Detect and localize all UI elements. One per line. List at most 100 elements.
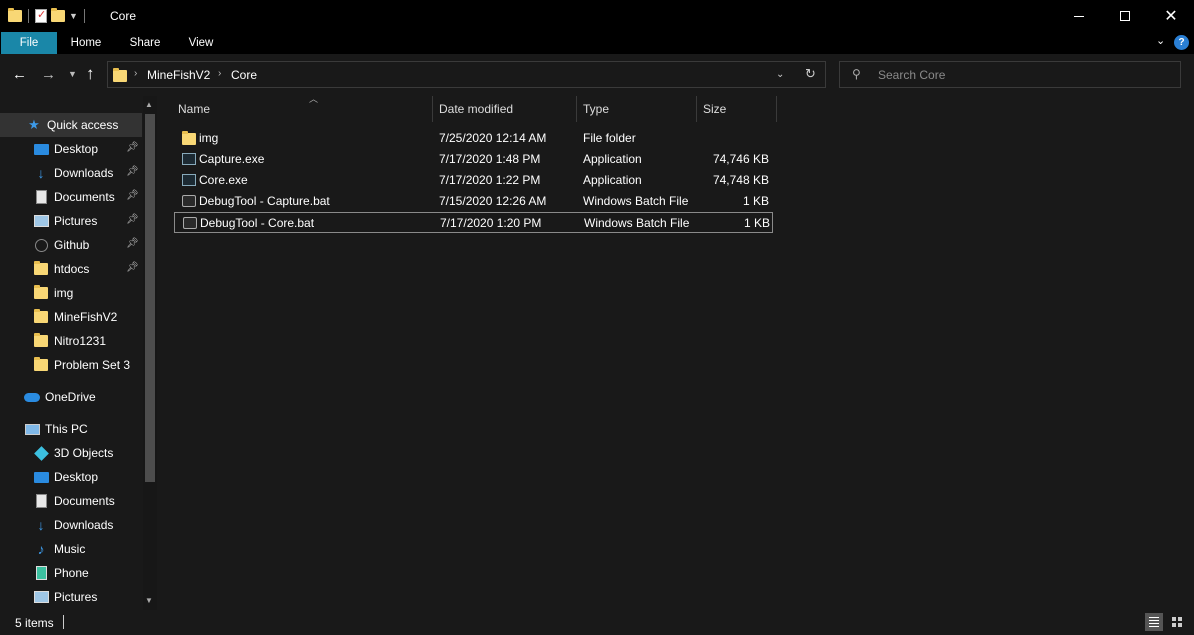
- table-row[interactable]: img 7/25/2020 12:14 AM File folder: [174, 128, 774, 149]
- breadcrumb-minefishv2[interactable]: MineFishV2: [147, 68, 210, 82]
- forward-arrow-icon[interactable]: →: [41, 66, 56, 83]
- column-header-name[interactable]: Name ︿: [172, 94, 433, 122]
- refresh-icon[interactable]: ↻: [805, 66, 816, 82]
- table-row[interactable]: DebugTool - Capture.bat 7/15/2020 12:26 …: [174, 191, 774, 212]
- file-type: File folder: [583, 131, 636, 145]
- sidebar-item-minefishv2[interactable]: MineFishV2: [0, 305, 142, 329]
- exe-icon: [182, 174, 196, 186]
- sidebar-item-label: Desktop: [54, 142, 99, 156]
- scrollbar-thumb[interactable]: [145, 114, 155, 482]
- sidebar-item-img[interactable]: img: [0, 281, 142, 305]
- pictures-icon: [33, 214, 49, 228]
- breadcrumb-core[interactable]: Core: [231, 68, 257, 82]
- recent-locations-chevron-icon[interactable]: ▼: [68, 69, 77, 79]
- minimize-icon: [1074, 15, 1084, 17]
- back-arrow-icon[interactable]: ←: [12, 66, 27, 83]
- sidebar-item-label: Quick access: [47, 118, 119, 132]
- file-type: Windows Batch File: [583, 194, 689, 208]
- folder-icon: [33, 357, 49, 372]
- file-name: img: [199, 131, 219, 145]
- customize-toolbar-chevron-icon[interactable]: ▼: [69, 11, 78, 21]
- sidebar-item-label: OneDrive: [45, 390, 96, 404]
- star-icon: ★: [28, 117, 40, 132]
- sidebar-item-github[interactable]: Github 📌︎: [0, 233, 142, 257]
- pin-icon[interactable]: 📌︎: [126, 262, 139, 273]
- table-row[interactable]: Capture.exe 7/17/2020 1:48 PM Applicatio…: [174, 149, 774, 170]
- pin-icon[interactable]: 📌︎: [126, 238, 139, 249]
- sort-ascending-icon: ︿: [309, 94, 319, 104]
- sidebar-item-3d-objects[interactable]: 3D Objects: [0, 441, 142, 465]
- search-box[interactable]: ⚲: [839, 61, 1181, 88]
- sidebar-item-music[interactable]: ♪ Music: [0, 537, 142, 561]
- window-title: Core: [110, 9, 137, 23]
- details-view-button[interactable]: [1145, 613, 1163, 631]
- close-button[interactable]: ✕: [1148, 0, 1194, 32]
- tab-share[interactable]: Share: [122, 32, 168, 54]
- nav-pane-scrollbar[interactable]: ▲ ▼: [143, 96, 157, 610]
- scroll-up-icon[interactable]: ▲: [145, 100, 153, 109]
- tab-view[interactable]: View: [180, 32, 222, 54]
- sidebar-item-label: htdocs: [54, 262, 90, 276]
- properties-icon[interactable]: [35, 8, 47, 23]
- pin-icon[interactable]: 📌︎: [126, 142, 139, 153]
- sidebar-item-this-pc[interactable]: This PC: [0, 417, 142, 441]
- minimize-button[interactable]: [1056, 0, 1102, 32]
- navigation-bar: ← → ▼ ↑ › MineFishV2 › Core ⌄ ↻ ⚲: [0, 54, 1194, 96]
- large-icons-view-button[interactable]: [1168, 613, 1186, 631]
- sidebar-item-onedrive[interactable]: OneDrive: [0, 385, 142, 409]
- table-row[interactable]: Core.exe 7/17/2020 1:22 PM Application 7…: [174, 170, 774, 191]
- sidebar-item-pc-desktop[interactable]: Desktop: [0, 465, 142, 489]
- sidebar-item-label: Downloads: [54, 166, 114, 180]
- tab-file[interactable]: File: [1, 32, 57, 54]
- breadcrumb-chevron-icon[interactable]: ›: [218, 68, 221, 79]
- downloads-icon: ↓: [37, 517, 45, 533]
- sidebar-item-htdocs[interactable]: htdocs 📌︎: [0, 257, 142, 281]
- sidebar-item-downloads[interactable]: ↓ Downloads 📌︎: [0, 161, 142, 185]
- column-header-type[interactable]: Type: [577, 96, 697, 122]
- search-icon: ⚲: [852, 67, 861, 81]
- column-header-size[interactable]: Size: [697, 96, 777, 122]
- tab-home[interactable]: Home: [62, 32, 110, 54]
- address-history-chevron-icon[interactable]: ⌄: [776, 69, 784, 80]
- address-bar[interactable]: › MineFishV2 › Core ⌄ ↻: [107, 61, 826, 88]
- search-input[interactable]: [878, 65, 1168, 85]
- sidebar-item-pc-documents[interactable]: Documents: [0, 489, 142, 513]
- sidebar-item-pictures[interactable]: Pictures 📌︎: [0, 209, 142, 233]
- pin-icon[interactable]: 📌︎: [126, 214, 139, 225]
- new-folder-icon[interactable]: [51, 8, 65, 22]
- sidebar-item-problem-set-3[interactable]: Problem Set 3: [0, 353, 142, 377]
- file-name: DebugTool - Core.bat: [200, 216, 315, 230]
- file-name: Capture.exe: [199, 152, 265, 166]
- sidebar-item-quick-access[interactable]: ★ Quick access: [0, 113, 142, 137]
- column-header-date-modified[interactable]: Date modified: [433, 96, 577, 122]
- sidebar-item-label: Nitro1231: [54, 334, 107, 348]
- ribbon-tabs: File Home Share View ⌄ ?: [0, 32, 1194, 54]
- 3d-objects-icon: [33, 445, 49, 461]
- large-icons-view-icon: [1172, 617, 1182, 627]
- pin-icon[interactable]: 📌︎: [126, 190, 139, 201]
- expand-ribbon-chevron-icon[interactable]: ⌄: [1156, 34, 1165, 47]
- sidebar-item-desktop[interactable]: Desktop 📌︎: [0, 137, 142, 161]
- scroll-down-icon[interactable]: ▼: [145, 596, 153, 605]
- help-icon[interactable]: ?: [1174, 35, 1189, 50]
- sidebar-item-pc-downloads[interactable]: ↓ Downloads: [0, 513, 142, 537]
- file-list: Name ︿ Date modified Type Size img 7/25/…: [160, 94, 1194, 610]
- sidebar-item-documents[interactable]: Documents 📌︎: [0, 185, 142, 209]
- sidebar-item-label: MineFishV2: [54, 310, 118, 324]
- sidebar-item-nitro1231[interactable]: Nitro1231: [0, 329, 142, 353]
- sidebar-item-pc-pictures[interactable]: Pictures: [0, 585, 142, 609]
- sidebar-item-label: Downloads: [54, 518, 114, 532]
- pin-icon[interactable]: 📌︎: [126, 166, 139, 177]
- desktop-icon: [33, 470, 49, 484]
- up-arrow-icon[interactable]: ↑: [86, 64, 95, 84]
- maximize-button[interactable]: [1102, 0, 1148, 32]
- github-icon: [33, 238, 49, 252]
- sidebar-item-label: Desktop: [54, 470, 99, 484]
- breadcrumb-chevron-icon[interactable]: ›: [134, 68, 137, 79]
- table-row[interactable]: DebugTool - Core.bat 7/17/2020 1:20 PM W…: [174, 212, 773, 233]
- file-date: 7/17/2020 1:48 PM: [439, 152, 541, 166]
- sidebar-item-label: 3D Objects: [54, 446, 114, 460]
- sidebar-item-phone[interactable]: Phone: [0, 561, 142, 585]
- sidebar-item-label: Documents: [54, 494, 115, 508]
- exe-icon: [182, 153, 196, 165]
